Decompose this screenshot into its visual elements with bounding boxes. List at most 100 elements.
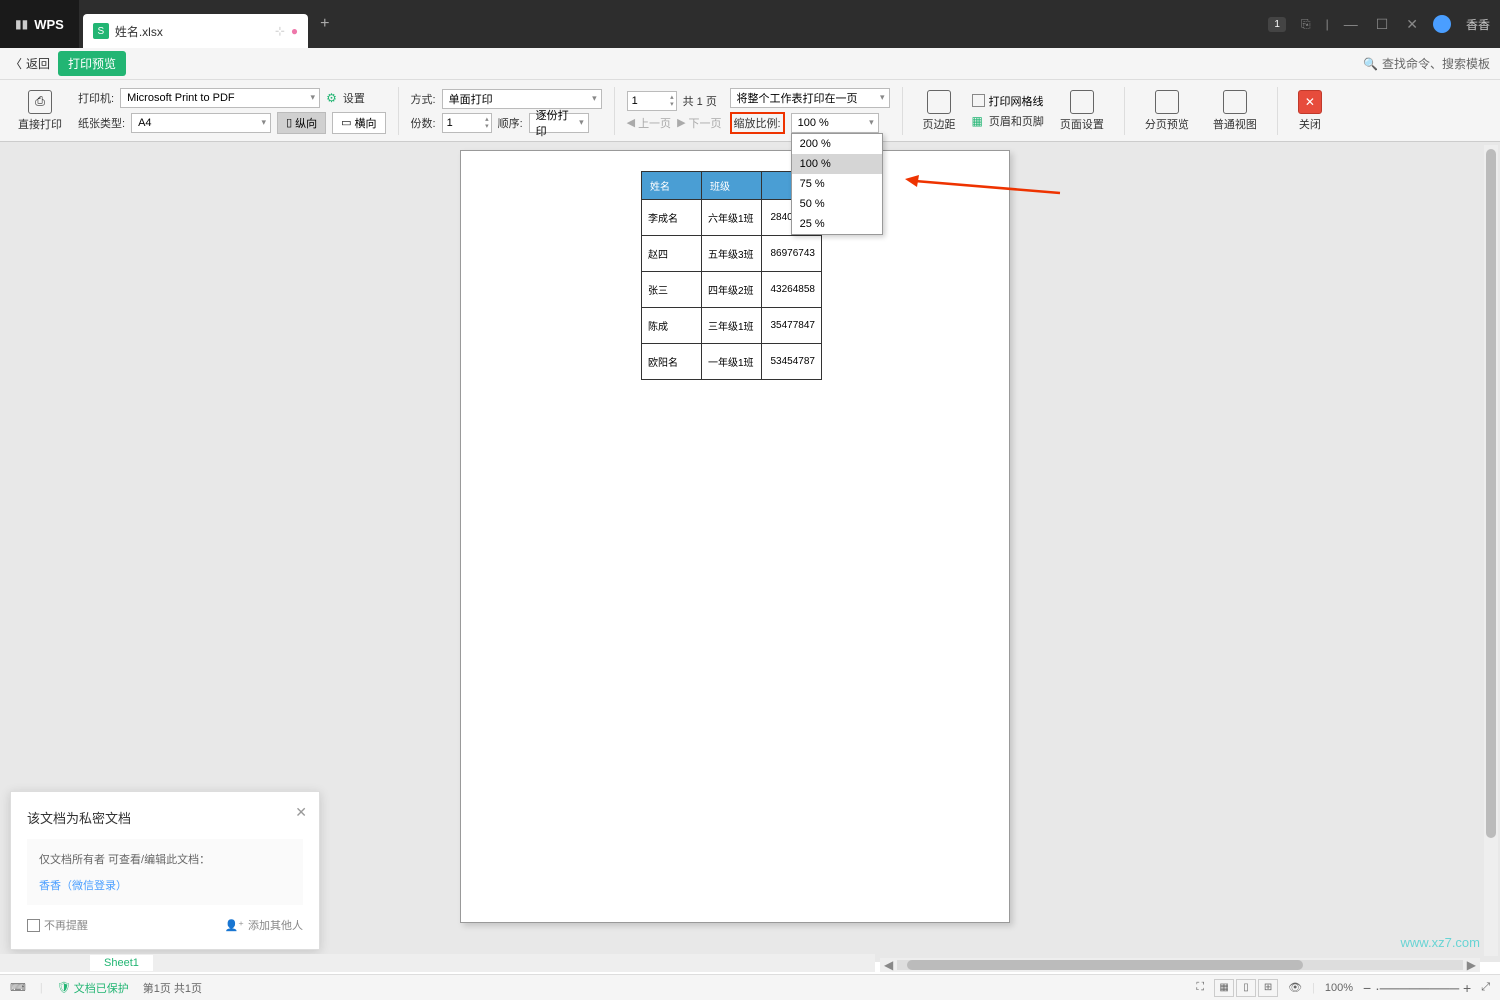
landscape-button[interactable]: ▭ 横向 <box>332 112 385 134</box>
normal-view-button[interactable]: 普通视图 <box>1205 86 1265 136</box>
expand-icon[interactable]: ⤢ <box>1481 981 1490 994</box>
ribbon-toolbar: ⎙ 直接打印 打印机: Microsoft Print to PDF ⚙ 设置 … <box>0 80 1500 142</box>
view-split-icon[interactable]: ⊞ <box>1258 979 1278 997</box>
close-icon: ✕ <box>1298 90 1322 114</box>
fullscreen-icon[interactable]: ⛶ <box>1196 981 1204 994</box>
normal-view-icon <box>1223 90 1247 114</box>
zoom-option-200[interactable]: 200 % <box>792 134 882 154</box>
navigation-bar: 〈 返回 打印预览 🔍 查找命令、搜索模板 <box>0 48 1500 80</box>
total-pages-label: 共 1 页 <box>683 93 717 109</box>
eye-icon[interactable]: 👁 <box>1288 981 1302 994</box>
zoom-dropdown: 200 % 100 % 75 % 50 % 25 % <box>791 133 883 235</box>
spreadsheet-icon: S <box>93 23 109 39</box>
apparel-icon[interactable]: ⎘ <box>1301 17 1311 32</box>
table-row: 欧阳名一年级1班53454787 <box>642 344 822 380</box>
next-page-button: ▶ 下一页 <box>677 115 721 131</box>
printer-select[interactable]: Microsoft Print to PDF <box>120 88 320 108</box>
landscape-icon: ▭ <box>341 116 351 129</box>
close-preview-button[interactable]: ✕ 关闭 <box>1290 86 1330 136</box>
private-doc-popup: ✕ 该文档为私密文档 仅文档所有者 可查看/编辑此文档： 香香（微信登录） 不再… <box>10 791 320 950</box>
fit-select[interactable]: 将整个工作表打印在一页 <box>730 88 890 108</box>
zoom-select[interactable]: 100 % <box>791 113 879 133</box>
close-window-icon[interactable]: ✕ <box>1406 16 1418 33</box>
sheet-tab[interactable]: Sheet1 <box>90 955 153 971</box>
printer-label: 打印机: <box>78 90 114 106</box>
notification-badge[interactable]: 1 <box>1268 17 1286 32</box>
order-select[interactable]: 逐份打印 <box>529 113 589 133</box>
print-preview-button[interactable]: 打印预览 <box>58 51 126 76</box>
portrait-icon: ▯ <box>286 116 292 129</box>
page-break-button[interactable]: 分页预览 <box>1137 86 1197 136</box>
header-footer-button[interactable]: ▦ 页眉和页脚 <box>972 113 1044 129</box>
arrow-right-icon: ▶ <box>677 116 685 129</box>
horizontal-scrollbar[interactable]: ◀ ▶ <box>880 958 1480 972</box>
wps-label: WPS <box>34 17 64 32</box>
command-search[interactable]: 🔍 查找命令、搜索模板 <box>1363 55 1490 72</box>
wps-logo-icon: ▮▮ <box>15 17 28 31</box>
chevron-left-icon: 〈 <box>10 55 22 72</box>
user-avatar[interactable] <box>1433 15 1451 33</box>
popup-title: 该文档为私密文档 <box>27 808 303 827</box>
username-label: 香香 <box>1466 16 1490 33</box>
copies-label: 份数: <box>411 115 436 131</box>
zoom-option-25[interactable]: 25 % <box>792 214 882 234</box>
scrollbar-thumb[interactable] <box>907 960 1303 970</box>
table-header: 班级 <box>702 172 762 200</box>
keyboard-icon[interactable]: ⌨ <box>10 981 26 994</box>
popup-close-button[interactable]: ✕ <box>295 804 307 821</box>
table-row: 陈成三年级1班35477847 <box>642 308 822 344</box>
zoom-option-50[interactable]: 50 % <box>792 194 882 214</box>
page-setup-icon <box>1070 90 1094 114</box>
mode-select[interactable]: 单面打印 <box>442 89 602 109</box>
page-info-label: 第1页 共1页 <box>143 980 202 996</box>
prev-page-button: ◀ 上一页 <box>627 115 671 131</box>
page-setup-button[interactable]: 页面设置 <box>1052 86 1112 136</box>
checkbox-icon <box>972 94 985 107</box>
popup-body-text: 仅文档所有者 可查看/编辑此文档： <box>39 851 291 867</box>
copies-input[interactable]: 1 <box>442 113 492 133</box>
scroll-right-icon[interactable]: ▶ <box>1463 958 1480 972</box>
no-remind-checkbox[interactable]: 不再提醒 <box>27 917 88 933</box>
view-grid-icon[interactable]: ▦ <box>1214 979 1234 997</box>
add-others-button[interactable]: 👤⁺ 添加其他人 <box>224 917 303 933</box>
statusbar: ⌨ | 🛡 文档已保护 第1页 共1页 ⛶ ▦ ▯ ⊞ 👁 | 100% − ·… <box>0 974 1500 1000</box>
mode-label: 方式: <box>411 91 436 107</box>
zoom-option-75[interactable]: 75 % <box>792 174 882 194</box>
maximize-icon[interactable]: ☐ <box>1376 16 1389 33</box>
new-tab-button[interactable]: + <box>308 15 341 33</box>
margins-icon <box>927 90 951 114</box>
direct-print-button[interactable]: ⎙ 直接打印 <box>10 86 70 136</box>
settings-button[interactable]: 设置 <box>343 90 365 106</box>
printer-icon: ⎙ <box>28 90 52 114</box>
wps-home-tab[interactable]: ▮▮ WPS <box>0 0 79 48</box>
file-tab[interactable]: S 姓名.xlsx ⊹ ● <box>83 14 308 48</box>
sheet-tabs-bar: Sheet1 <box>0 954 875 972</box>
search-icon: 🔍 <box>1363 57 1378 71</box>
zoom-out-icon[interactable]: − ·──────── + <box>1363 980 1471 996</box>
popup-owner-link[interactable]: 香香（微信登录） <box>39 877 291 893</box>
tab-close-icon[interactable]: ● <box>291 24 298 38</box>
paper-select[interactable]: A4 <box>131 113 271 133</box>
add-person-icon: 👤⁺ <box>224 919 244 932</box>
arrow-left-icon: ◀ <box>627 116 635 129</box>
minimize-icon[interactable]: — <box>1344 16 1358 33</box>
gridlines-checkbox[interactable]: 打印网格线 <box>972 93 1044 109</box>
view-page-icon[interactable]: ▯ <box>1236 979 1256 997</box>
zoom-level-label[interactable]: 100% <box>1325 982 1353 994</box>
page-break-icon <box>1155 90 1179 114</box>
portrait-button[interactable]: ▯ 纵向 <box>277 112 326 134</box>
back-button[interactable]: 〈 返回 <box>10 55 50 72</box>
margins-button[interactable]: 页边距 <box>915 86 964 136</box>
vertical-scrollbar[interactable] <box>1484 145 1498 956</box>
page-input[interactable]: 1 <box>627 91 677 111</box>
paper-label: 纸张类型: <box>78 115 125 131</box>
scrollbar-thumb[interactable] <box>1486 149 1496 838</box>
table-header: 姓名 <box>642 172 702 200</box>
tab-pin-icon[interactable]: ⊹ <box>275 24 285 38</box>
zoom-option-100[interactable]: 100 % <box>792 154 882 174</box>
doc-protected-status[interactable]: 🛡 文档已保护 <box>57 980 129 996</box>
scroll-left-icon[interactable]: ◀ <box>880 958 897 972</box>
watermark: www.xz7.com <box>1401 935 1480 950</box>
filename-label: 姓名.xlsx <box>115 23 163 40</box>
shield-icon: 🛡 <box>57 981 71 994</box>
